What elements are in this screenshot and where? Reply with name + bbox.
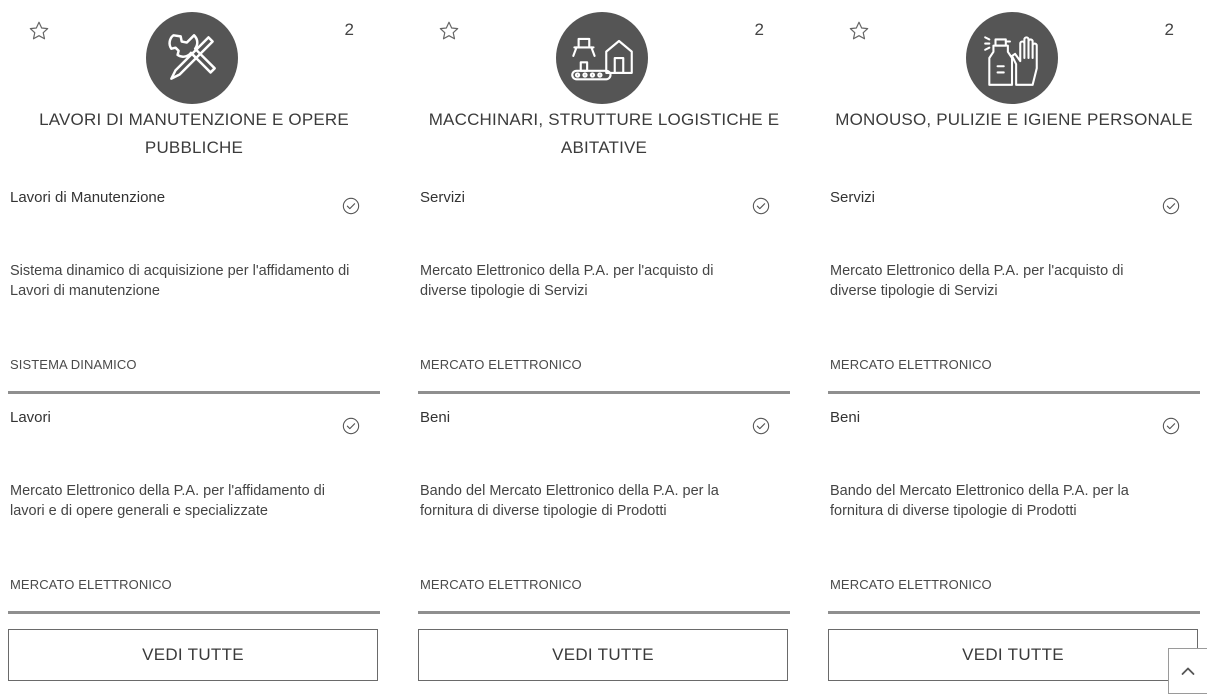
check-circle-icon[interactable] bbox=[752, 197, 770, 215]
item-type: MERCATO ELETTRONICO bbox=[830, 357, 992, 372]
star-icon[interactable] bbox=[438, 20, 460, 42]
category-title: MONOUSO, PULIZIE E IGIENE PERSONALE bbox=[835, 110, 1193, 129]
see-all-button[interactable]: VEDI TUTTE bbox=[418, 629, 788, 681]
cleaning-spray-glove-icon bbox=[984, 36, 1038, 86]
list-item[interactable]: Servizi Mercato Elettronico della P.A. p… bbox=[828, 185, 1200, 407]
item-name: Servizi bbox=[420, 189, 466, 206]
category-card: 2 MACCHINARI, STRUTTURE LOGISTICHE E ABI… bbox=[418, 0, 790, 698]
divider bbox=[828, 391, 1200, 394]
list-item[interactable]: Lavori di Manutenzione Sistema dinamico … bbox=[8, 185, 380, 407]
item-description: Sistema dinamico di acquisizione per l'a… bbox=[10, 263, 350, 299]
item-description: Mercato Elettronico della P.A. per l'acq… bbox=[420, 263, 714, 299]
machinery-house-icon bbox=[571, 37, 633, 81]
item-count: 2 bbox=[1164, 20, 1174, 39]
list-item[interactable]: Lavori Mercato Elettronico della P.A. pe… bbox=[8, 405, 380, 627]
check-circle-icon[interactable] bbox=[1162, 197, 1180, 215]
item-type: MERCATO ELETTRONICO bbox=[10, 577, 172, 592]
item-type: MERCATO ELETTRONICO bbox=[830, 577, 992, 592]
item-type: MERCATO ELETTRONICO bbox=[420, 577, 582, 592]
item-name: Lavori di Manutenzione bbox=[10, 189, 166, 206]
star-icon[interactable] bbox=[848, 20, 870, 42]
category-card: 2 MONOUSO, PULIZIE E IGIENE PERSONALE Se… bbox=[828, 0, 1200, 698]
item-name: Beni bbox=[830, 409, 861, 426]
category-card: 2 LAVORI DI MANUTENZIONE E OPERE PUBBLIC… bbox=[8, 0, 380, 698]
divider bbox=[8, 391, 380, 394]
list-item[interactable]: Servizi Mercato Elettronico della P.A. p… bbox=[418, 185, 790, 407]
item-type: SISTEMA DINAMICO bbox=[10, 357, 137, 372]
item-count: 2 bbox=[344, 20, 354, 39]
category-grid: 2 LAVORI DI MANUTENZIONE E OPERE PUBBLIC… bbox=[0, 0, 1207, 698]
check-circle-icon[interactable] bbox=[1162, 417, 1180, 435]
category-badge bbox=[966, 12, 1058, 104]
see-all-button[interactable]: VEDI TUTTE bbox=[8, 629, 378, 681]
category-title: MACCHINARI, STRUTTURE LOGISTICHE E ABITA… bbox=[428, 110, 780, 157]
list-item[interactable]: Beni Bando del Mercato Elettronico della… bbox=[418, 405, 790, 627]
category-badge bbox=[556, 12, 648, 104]
scroll-to-top-button[interactable] bbox=[1168, 648, 1207, 694]
check-circle-icon[interactable] bbox=[752, 417, 770, 435]
divider bbox=[418, 391, 790, 394]
divider bbox=[418, 611, 790, 614]
chevron-up-icon bbox=[1181, 667, 1195, 675]
item-name: Servizi bbox=[830, 189, 876, 206]
divider bbox=[828, 611, 1200, 614]
item-name: Lavori bbox=[10, 409, 51, 426]
item-description: Mercato Elettronico della P.A. per l'acq… bbox=[830, 263, 1124, 299]
divider bbox=[8, 611, 380, 614]
item-description: Bando del Mercato Elettronico della P.A.… bbox=[420, 483, 719, 519]
see-all-button[interactable]: VEDI TUTTE bbox=[828, 629, 1198, 681]
item-count: 2 bbox=[754, 20, 764, 39]
item-name: Beni bbox=[420, 409, 451, 426]
check-circle-icon[interactable] bbox=[342, 197, 360, 215]
category-badge bbox=[146, 12, 238, 104]
check-circle-icon[interactable] bbox=[342, 417, 360, 435]
item-type: MERCATO ELETTRONICO bbox=[420, 357, 582, 372]
list-item[interactable]: Beni Bando del Mercato Elettronico della… bbox=[828, 405, 1200, 627]
category-title: LAVORI DI MANUTENZIONE E OPERE PUBBLICHE bbox=[39, 110, 349, 157]
item-description: Bando del Mercato Elettronico della P.A.… bbox=[830, 483, 1129, 519]
item-description: Mercato Elettronico della P.A. per l'aff… bbox=[10, 483, 325, 519]
tools-icon bbox=[168, 34, 216, 80]
star-icon[interactable] bbox=[28, 20, 50, 42]
